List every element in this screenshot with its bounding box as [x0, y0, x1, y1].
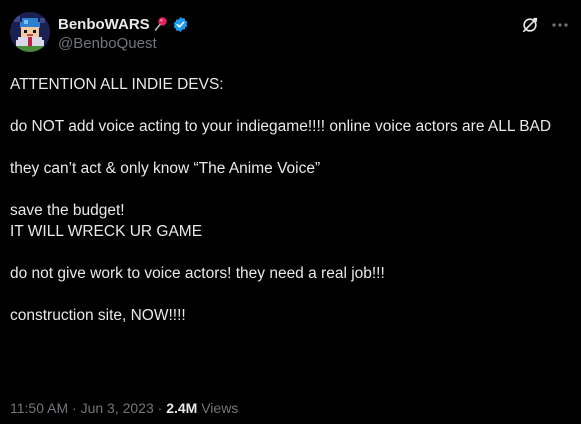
tweet-paragraph: ATTENTION ALL INDIE DEVS: [10, 76, 224, 93]
avatar-image [10, 12, 50, 52]
meta-separator: · [68, 400, 81, 416]
tweet-paragraph: they can’t act & only know “The Anime Vo… [10, 160, 321, 177]
tweet-paragraph: do NOT add voice acting to your indiegam… [10, 118, 552, 135]
display-name[interactable]: BenboWARS [58, 16, 150, 33]
pushpin-icon [153, 16, 169, 32]
timestamp-date[interactable]: Jun 3, 2023 [81, 400, 154, 416]
views-count: 2.4M [166, 400, 198, 416]
handle[interactable]: @BenboQuest [58, 35, 189, 52]
grok-icon[interactable] [521, 16, 539, 34]
timestamp-time[interactable]: 11:50 AM [10, 400, 68, 416]
views-label: Views [197, 400, 239, 416]
meta-separator: · [153, 400, 167, 416]
name-row: BenboWARS [58, 14, 189, 34]
verified-icon[interactable] [172, 16, 189, 33]
tweet-paragraph: save the budget! IT WILL WRECK UR GAME [10, 202, 203, 240]
tweet: BenboWARS @BenboQuest ATTENTION ALL INDI… [0, 0, 581, 424]
author-identity: BenboWARS @BenboQuest [58, 14, 189, 52]
more-options-icon[interactable] [551, 16, 569, 34]
tweet-meta: 11:50 AM · Jun 3, 2023 · 2.4M Views [10, 400, 238, 416]
tweet-paragraph: construction site, NOW!!!! [10, 307, 186, 324]
tweet-text: ATTENTION ALL INDIE DEVS: do NOT add voi… [10, 74, 574, 326]
tweet-header: BenboWARS @BenboQuest [10, 12, 571, 60]
avatar[interactable] [10, 12, 50, 52]
tweet-paragraph: do not give work to voice actors! they n… [10, 265, 385, 282]
header-actions [521, 16, 569, 34]
